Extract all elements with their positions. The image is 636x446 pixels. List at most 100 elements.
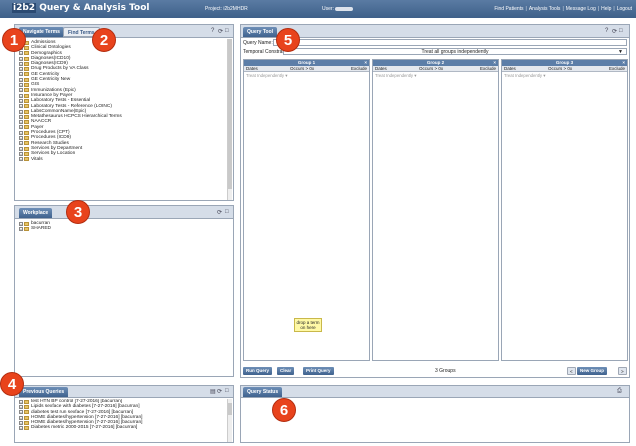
previous-queries-list: + test HTN BP control [7-27-2016] [bacurr…	[19, 399, 224, 442]
chevron-right-icon: >	[621, 369, 624, 374]
clear-button[interactable]: Clear	[277, 367, 295, 375]
expand-icon[interactable]: +	[19, 83, 23, 88]
help-icon[interactable]: ?	[605, 28, 608, 34]
expand-icon[interactable]: +	[19, 104, 23, 109]
annotation-badge: 3	[66, 200, 90, 224]
menu-find-patients[interactable]: Find Patients	[494, 6, 523, 12]
folder-icon	[24, 226, 29, 231]
print-query-button[interactable]: Print Query	[303, 367, 334, 375]
maximize-icon[interactable]: □	[619, 28, 623, 34]
refresh-icon[interactable]: ⟳	[218, 28, 223, 35]
expand-icon[interactable]: +	[19, 51, 23, 56]
folder-icon	[24, 88, 29, 93]
query-group-columns: Dates Occurs > 0x Exclude	[244, 66, 369, 72]
query-group-columns: Dates Occurs > 0x Exclude	[502, 66, 627, 72]
expand-icon[interactable]: +	[19, 125, 23, 130]
workplace-tabbar: Workplace ⟳ □	[15, 206, 233, 219]
expand-icon[interactable]: +	[19, 109, 23, 114]
menu-help[interactable]: Help	[601, 6, 611, 12]
expand-icon[interactable]: +	[19, 72, 23, 77]
exclude-button[interactable]: Exclude	[609, 66, 625, 72]
tab-navigate-terms[interactable]: Navigate Terms	[19, 27, 64, 37]
expand-icon[interactable]: +	[19, 135, 23, 140]
expand-icon[interactable]: +	[19, 399, 23, 404]
expand-icon[interactable]: +	[19, 98, 23, 103]
expand-icon[interactable]: +	[19, 114, 23, 119]
app-header: i2b2 Query & Analysis Tool Project: i2b2…	[0, 0, 636, 18]
maximize-icon[interactable]: □	[225, 28, 229, 34]
expand-icon[interactable]: +	[19, 120, 23, 125]
annotation-badge: 5	[276, 28, 300, 52]
treat-independently-select[interactable]: Treat Independently ▾	[504, 73, 545, 78]
folder-icon	[24, 77, 29, 82]
expand-icon[interactable]: +	[19, 61, 23, 66]
expand-icon[interactable]: +	[19, 56, 23, 61]
previous-queries-scrollbar[interactable]	[227, 399, 232, 442]
expand-icon[interactable]: +	[19, 410, 23, 415]
print-icon[interactable]: ⎙	[617, 388, 622, 395]
next-group-button[interactable]: >	[618, 367, 627, 375]
expand-icon[interactable]: +	[19, 415, 23, 420]
query-group-panel[interactable]: Group 2 × Dates Occurs > 0x Exclude Treat Ind…	[372, 59, 499, 361]
tree-item[interactable]: + Vitals	[19, 157, 224, 162]
folder-icon	[24, 45, 29, 50]
query-status-panel: Query Status ⎙	[240, 385, 630, 443]
exclude-button[interactable]: Exclude	[351, 66, 367, 72]
temporal-constraint-select[interactable]: Treat all groups independently ▼	[283, 48, 627, 55]
query-name-input[interactable]	[273, 39, 627, 46]
menu-analysis-tools[interactable]: Analysis Tools	[529, 6, 561, 12]
expand-icon[interactable]: +	[19, 93, 23, 98]
refresh-icon[interactable]: ⟳	[217, 388, 222, 395]
maximize-icon[interactable]: □	[225, 388, 229, 394]
occurs-button[interactable]: Occurs > 0x	[548, 66, 572, 72]
dates-button[interactable]: Dates	[246, 66, 258, 72]
groups-count: 3 Groups	[435, 368, 456, 374]
folder-icon	[24, 221, 29, 226]
drop-zone-hint: drop a term on here	[294, 318, 322, 332]
dates-button[interactable]: Dates	[504, 66, 516, 72]
refresh-icon[interactable]: ⟳	[217, 209, 222, 216]
occurs-button[interactable]: Occurs > 0x	[419, 66, 443, 72]
treat-independently-select[interactable]: Treat Independently ▾	[246, 73, 287, 78]
maximize-icon[interactable]: □	[225, 209, 229, 215]
expand-icon[interactable]: +	[19, 130, 23, 135]
expand-icon[interactable]: +	[19, 226, 23, 231]
expand-icon[interactable]: +	[19, 151, 23, 156]
new-group-button[interactable]: New Group	[577, 367, 608, 375]
folder-icon	[24, 141, 29, 146]
refresh-icon[interactable]: ⟳	[612, 28, 617, 35]
prev-group-button[interactable]: <	[567, 367, 576, 375]
expand-icon[interactable]: +	[19, 88, 23, 93]
query-group-panel[interactable]: Group 1 × Dates Occurs > 0x Exclude Treat Ind…	[243, 59, 370, 361]
expand-icon[interactable]: +	[19, 77, 23, 82]
menu-logout[interactable]: Logout	[617, 6, 632, 12]
tree-item[interactable]: + Diabetes metric 2000-2015 [7-27-2016] […	[19, 425, 224, 430]
tree-item[interactable]: + SHARED	[19, 226, 51, 231]
expand-icon[interactable]: +	[19, 141, 23, 146]
expand-icon[interactable]: +	[19, 67, 23, 72]
expand-icon[interactable]: +	[19, 404, 23, 409]
app-logo: i2b2 Query & Analysis Tool	[12, 3, 150, 13]
expand-icon[interactable]: +	[19, 157, 23, 162]
terms-scrollbar[interactable]	[227, 39, 232, 200]
folder-icon	[24, 151, 29, 156]
expand-icon[interactable]: +	[19, 146, 23, 151]
help-icon[interactable]: ?	[211, 28, 214, 34]
chevron-left-icon: <	[570, 369, 573, 374]
annotation-badge: 6	[272, 398, 296, 422]
expand-icon[interactable]: +	[19, 420, 23, 425]
user-label: User:	[322, 6, 354, 12]
annotation-badge: 2	[92, 28, 116, 52]
folder-icon	[24, 426, 29, 431]
expand-icon[interactable]: +	[19, 221, 23, 226]
exclude-button[interactable]: Exclude	[480, 66, 496, 72]
options-icon[interactable]: ▤	[210, 388, 216, 395]
expand-icon[interactable]: +	[19, 426, 23, 431]
treat-independently-select[interactable]: Treat Independently ▾	[375, 73, 416, 78]
dates-button[interactable]: Dates	[375, 66, 387, 72]
occurs-button[interactable]: Occurs > 0x	[290, 66, 314, 72]
menu-message-log[interactable]: Message Log	[566, 6, 596, 12]
folder-icon	[24, 98, 29, 103]
run-query-button[interactable]: Run Query	[243, 367, 273, 375]
query-group-panel[interactable]: Group 3 × Dates Occurs > 0x Exclude Treat Ind…	[501, 59, 628, 361]
